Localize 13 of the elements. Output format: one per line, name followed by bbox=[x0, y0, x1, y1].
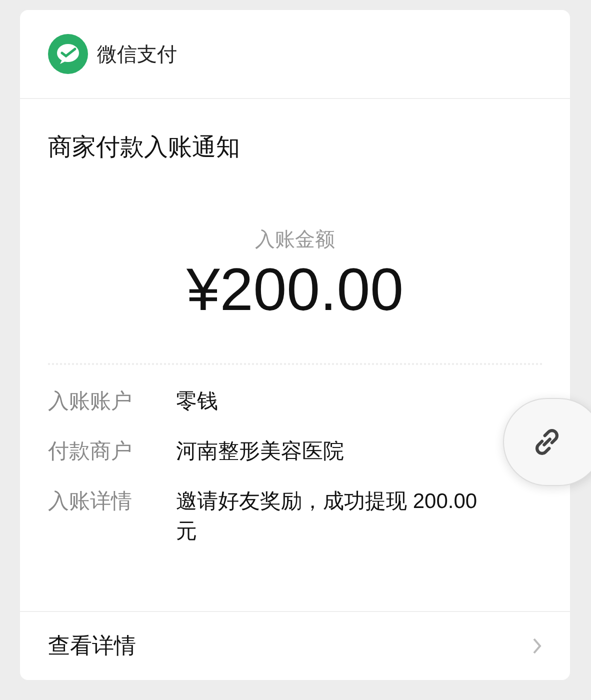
detail-value: 邀请好友奖励，成功提现 200.00 元 bbox=[176, 489, 478, 545]
amount: ¥200.00 bbox=[186, 257, 404, 323]
detail-label: 付款商户 bbox=[48, 439, 133, 465]
detail-value: 零钱 bbox=[176, 389, 219, 415]
notice-title: 商家付款入账通知 bbox=[47, 133, 241, 163]
chevron-right-icon bbox=[532, 637, 542, 655]
detail-value: 河南整形美容医院 bbox=[176, 439, 345, 465]
amount-label: 入账金额 bbox=[254, 228, 336, 253]
app-name: 微信支付 bbox=[97, 42, 177, 68]
detail-label: 入账账户 bbox=[48, 389, 133, 415]
detail-label: 入账详情 bbox=[48, 489, 133, 515]
wechat-pay-logo-icon bbox=[48, 34, 88, 74]
view-details-link[interactable]: 查看详情 bbox=[20, 611, 570, 680]
